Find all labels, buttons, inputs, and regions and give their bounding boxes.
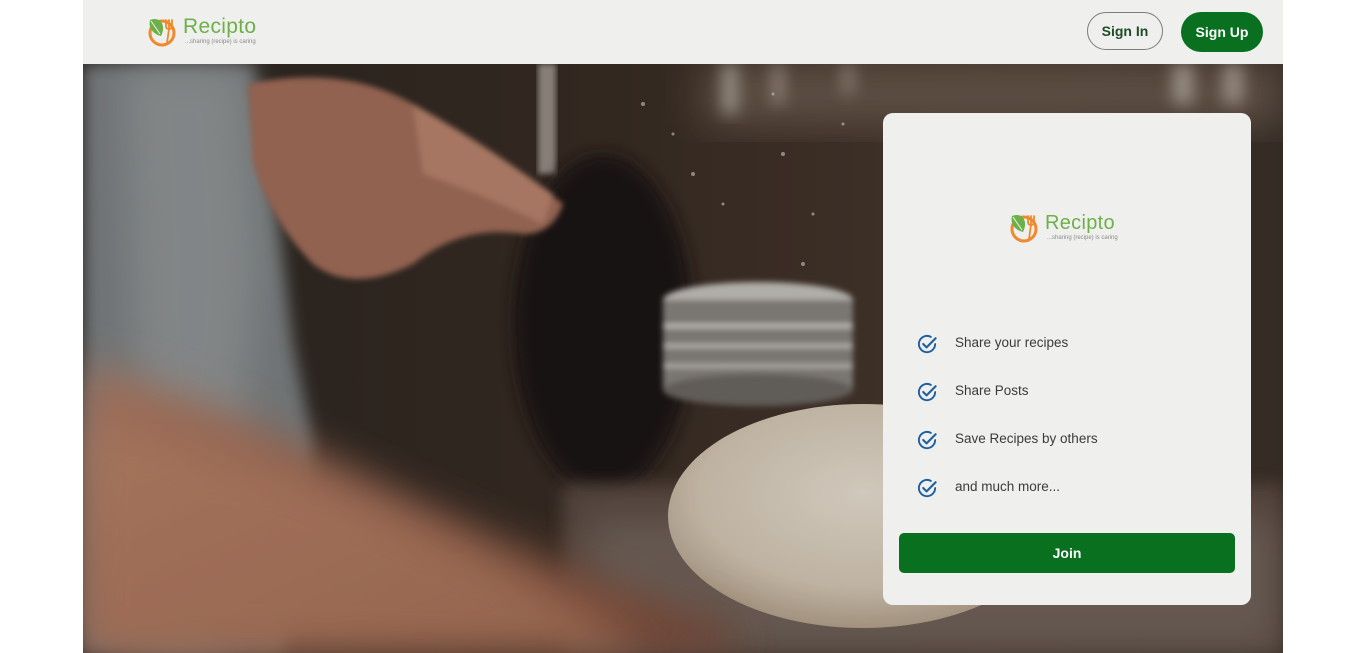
card-logo: Recipto ...sharing (recipe) is caring — [1007, 210, 1118, 244]
brand-tagline: ...sharing (recipe) is caring — [185, 39, 256, 45]
feature-item: and much more... — [917, 464, 1098, 512]
check-circle-icon — [917, 430, 937, 449]
recipto-logo-icon — [1010, 214, 1038, 243]
top-nav-bar: Recipto ...sharing (recipe) is caring Si… — [83, 0, 1283, 64]
recipto-logo-icon — [148, 18, 176, 47]
check-circle-icon — [917, 382, 937, 401]
brand-name: Recipto — [183, 15, 257, 38]
feature-label: and much more... — [955, 478, 1061, 494]
sign-up-button[interactable]: Sign Up — [1181, 12, 1263, 52]
feature-item: Save Recipes by others — [917, 416, 1098, 464]
feature-label: Share your recipes — [955, 334, 1069, 350]
join-button[interactable]: Join — [899, 533, 1235, 573]
feature-item: Share your recipes — [917, 320, 1098, 368]
check-circle-icon — [917, 334, 937, 353]
feature-list: Share your recipes Share Posts Save Reci… — [917, 320, 1098, 512]
join-card: Recipto ...sharing (recipe) is caring Sh… — [883, 113, 1251, 605]
header-logo[interactable]: Recipto ...sharing (recipe) is caring — [145, 14, 256, 48]
brand-tagline: ...sharing (recipe) is caring — [1047, 234, 1118, 241]
feature-item: Share Posts — [917, 368, 1098, 416]
feature-label: Share Posts — [955, 382, 1029, 398]
page: Recipto ...sharing (recipe) is caring Si… — [83, 0, 1283, 653]
feature-label: Save Recipes by others — [955, 430, 1098, 446]
check-circle-icon — [917, 478, 937, 497]
brand-name: Recipto — [1045, 211, 1115, 234]
sign-in-button[interactable]: Sign In — [1087, 12, 1163, 50]
